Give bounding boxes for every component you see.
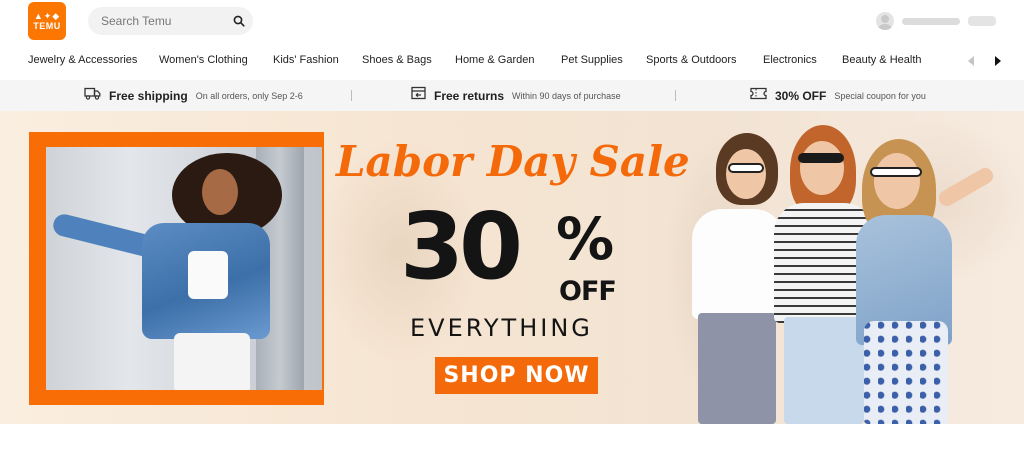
chevron-left-icon[interactable]	[964, 54, 978, 68]
return-box-icon	[411, 86, 426, 105]
benefit-subtitle: Within 90 days of purchase	[512, 90, 621, 101]
sale-headline: Labor Day Sale	[336, 137, 690, 186]
logo-wordmark: TEMU	[33, 20, 61, 31]
category-nav: Jewelry & Accessories Women's Clothing K…	[0, 48, 1024, 76]
search-icon[interactable]	[229, 11, 249, 31]
benefit-free-returns[interactable]: Free returns Within 90 days of purchase	[411, 80, 621, 111]
sale-percent-sign: %	[556, 205, 615, 273]
category-electronics[interactable]: Electronics	[763, 54, 817, 66]
benefit-title: 30% OFF	[775, 88, 827, 103]
chevron-right-icon[interactable]	[991, 54, 1005, 68]
temu-logo[interactable]: ▲✦◆ TEMU	[28, 2, 66, 40]
account-menu[interactable]	[876, 11, 996, 31]
benefit-title: Free shipping	[109, 88, 188, 103]
benefit-divider	[351, 90, 352, 101]
benefit-coupon[interactable]: 30% OFF Special coupon for you	[750, 80, 926, 111]
category-womens-clothing[interactable]: Women's Clothing	[159, 54, 248, 66]
category-jewelry-accessories[interactable]: Jewelry & Accessories	[28, 54, 137, 66]
benefits-bar: Free shipping On all orders, only Sep 2-…	[0, 80, 1024, 111]
category-beauty-health[interactable]: Beauty & Health	[842, 54, 922, 66]
model-photo-denim-jacket	[46, 147, 322, 390]
shop-now-button[interactable]: SHOP NOW	[435, 357, 598, 394]
account-name-redacted	[902, 17, 960, 25]
benefit-divider	[675, 90, 676, 101]
category-sports-outdoors[interactable]: Sports & Outdoors	[646, 54, 737, 66]
benefit-free-shipping[interactable]: Free shipping On all orders, only Sep 2-…	[84, 80, 303, 111]
user-avatar-icon[interactable]	[876, 12, 894, 30]
page-content-start	[0, 424, 1024, 455]
sale-percent: 30	[400, 193, 523, 300]
benefit-subtitle: Special coupon for you	[834, 90, 926, 101]
promo-banner[interactable]: Labor Day Sale 30 % OFF EVERYTHING SHOP …	[0, 111, 1024, 424]
category-kids-fashion[interactable]: Kids' Fashion	[273, 54, 339, 66]
logo-glyphs: ▲✦◆	[33, 10, 61, 21]
category-shoes-bags[interactable]: Shoes & Bags	[362, 54, 432, 66]
sale-everything: EVERYTHING	[410, 314, 593, 342]
search-input[interactable]	[101, 7, 221, 35]
site-header: ▲✦◆ TEMU	[0, 0, 1024, 44]
benefit-title: Free returns	[434, 88, 505, 103]
category-pet-supplies[interactable]: Pet Supplies	[561, 54, 623, 66]
search-bar	[88, 7, 253, 35]
coupon-icon	[750, 87, 767, 105]
account-extra-redacted	[968, 16, 996, 26]
sale-off: OFF	[559, 276, 617, 307]
category-home-garden[interactable]: Home & Garden	[455, 54, 534, 66]
models-group-photo	[680, 123, 1010, 424]
truck-icon	[84, 87, 101, 105]
benefit-subtitle: On all orders, only Sep 2-6	[195, 90, 303, 101]
